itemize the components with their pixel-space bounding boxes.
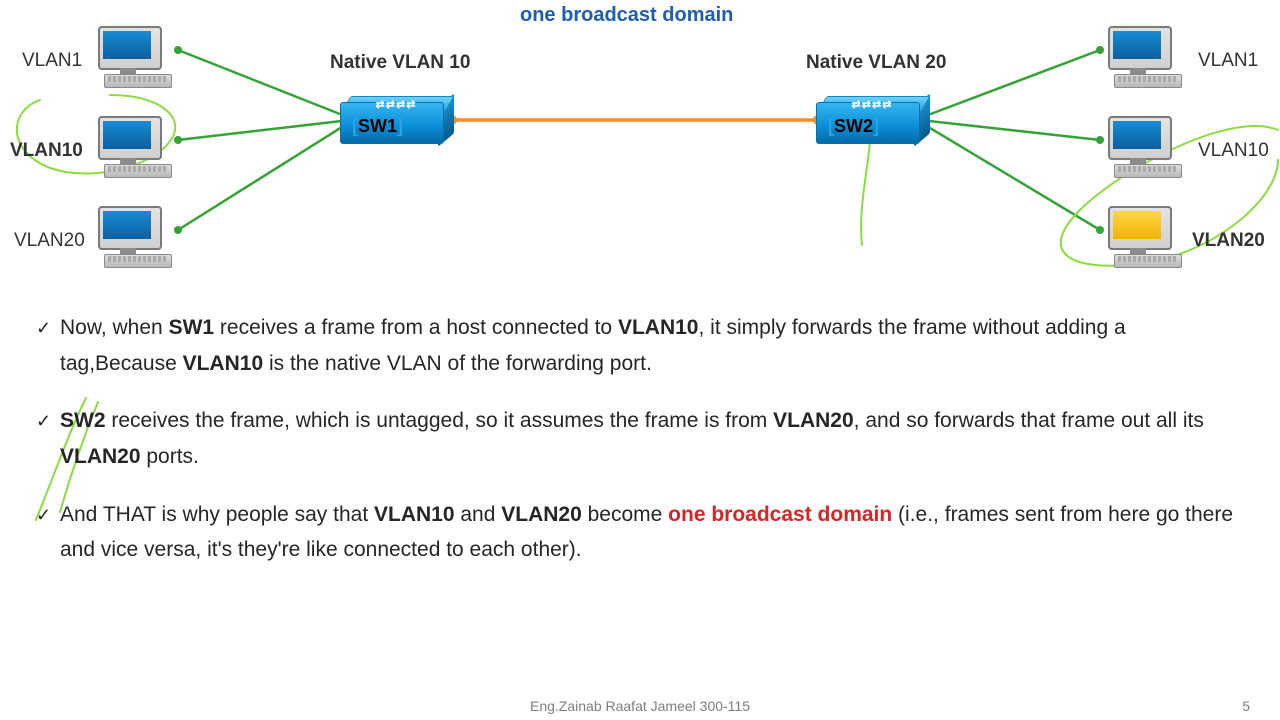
switch-name: [SW2] [828,116,879,137]
host-label: VLAN20 [1192,230,1265,252]
host-label: VLAN20 [14,230,85,252]
page-number: 5 [1242,698,1250,714]
pc-icon [1108,116,1178,174]
list-item: ✓ And THAT is why people say that VLAN10… [36,497,1246,568]
explanation-list: ✓ Now, when SW1 receives a frame from a … [36,300,1246,590]
switch-native-label: Native VLAN 20 [806,52,946,74]
switch-native-label: Native VLAN 10 [330,52,470,74]
list-item: ✓ SW2 receives the frame, which is untag… [36,403,1246,474]
slide-canvas: one broadcast domain VLAN1 VLAN10 VLAN20… [0,0,1280,720]
switch-name: [SW1] [352,116,403,137]
pc-icon [98,206,168,264]
pc-icon [98,26,168,84]
list-item: ✓ Now, when SW1 receives a frame from a … [36,310,1246,381]
diagram-title: one broadcast domain [520,4,733,27]
host-label: VLAN10 [1198,140,1269,162]
host-label: VLAN1 [1198,50,1258,72]
checkmark-icon: ✓ [36,310,60,344]
checkmark-icon: ✓ [36,403,60,437]
pc-icon [1108,206,1178,264]
host-label: VLAN1 [22,50,82,72]
host-label: VLAN10 [10,140,83,162]
footer-author: Eng.Zainab Raafat Jameel 300-115 [0,698,1280,714]
pc-icon [98,116,168,174]
checkmark-icon: ✓ [36,497,60,531]
network-lines [0,0,1280,300]
pc-icon [1108,26,1178,84]
